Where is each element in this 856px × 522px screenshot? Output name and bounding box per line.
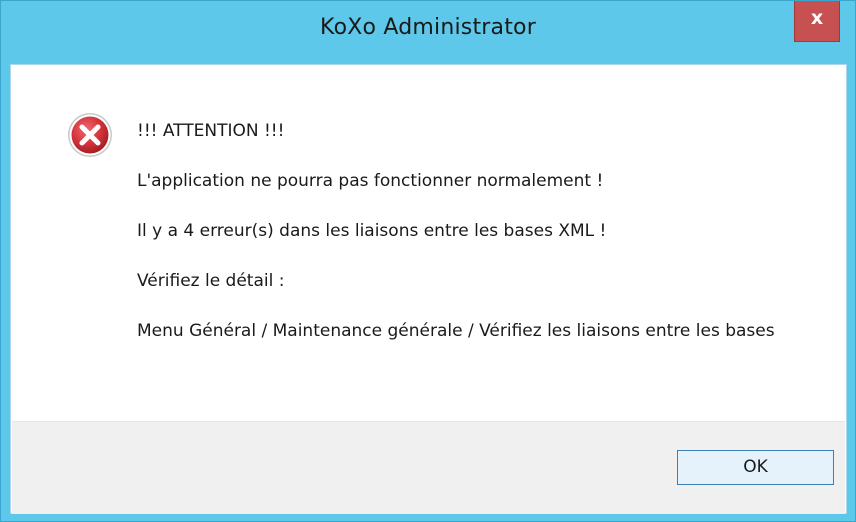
ok-button[interactable]: OK	[677, 450, 834, 485]
button-bar: OK	[12, 421, 845, 514]
message-line: Il y a 4 erreur(s) dans les liaisons ent…	[137, 221, 607, 241]
message-line: Menu Général / Maintenance générale / Vé…	[137, 321, 775, 341]
dialog-content: !!! ATTENTION !!! L'application ne pourr…	[10, 64, 847, 514]
close-icon: x	[810, 7, 824, 29]
message-line: Vérifiez le détail :	[137, 271, 285, 291]
window-title: KoXo Administrator	[320, 15, 536, 40]
close-button[interactable]: x	[794, 1, 840, 42]
message-line: L'application ne pourra pas fonctionner …	[137, 171, 604, 191]
message-text: !!! ATTENTION !!! L'application ne pourr…	[137, 121, 827, 342]
message-line: !!! ATTENTION !!!	[137, 121, 285, 141]
dialog-window: KoXo Administrator x !!! ATTENTION !!! L…	[0, 0, 856, 522]
title-bar[interactable]: KoXo Administrator	[1, 1, 855, 40]
error-icon	[68, 113, 112, 157]
